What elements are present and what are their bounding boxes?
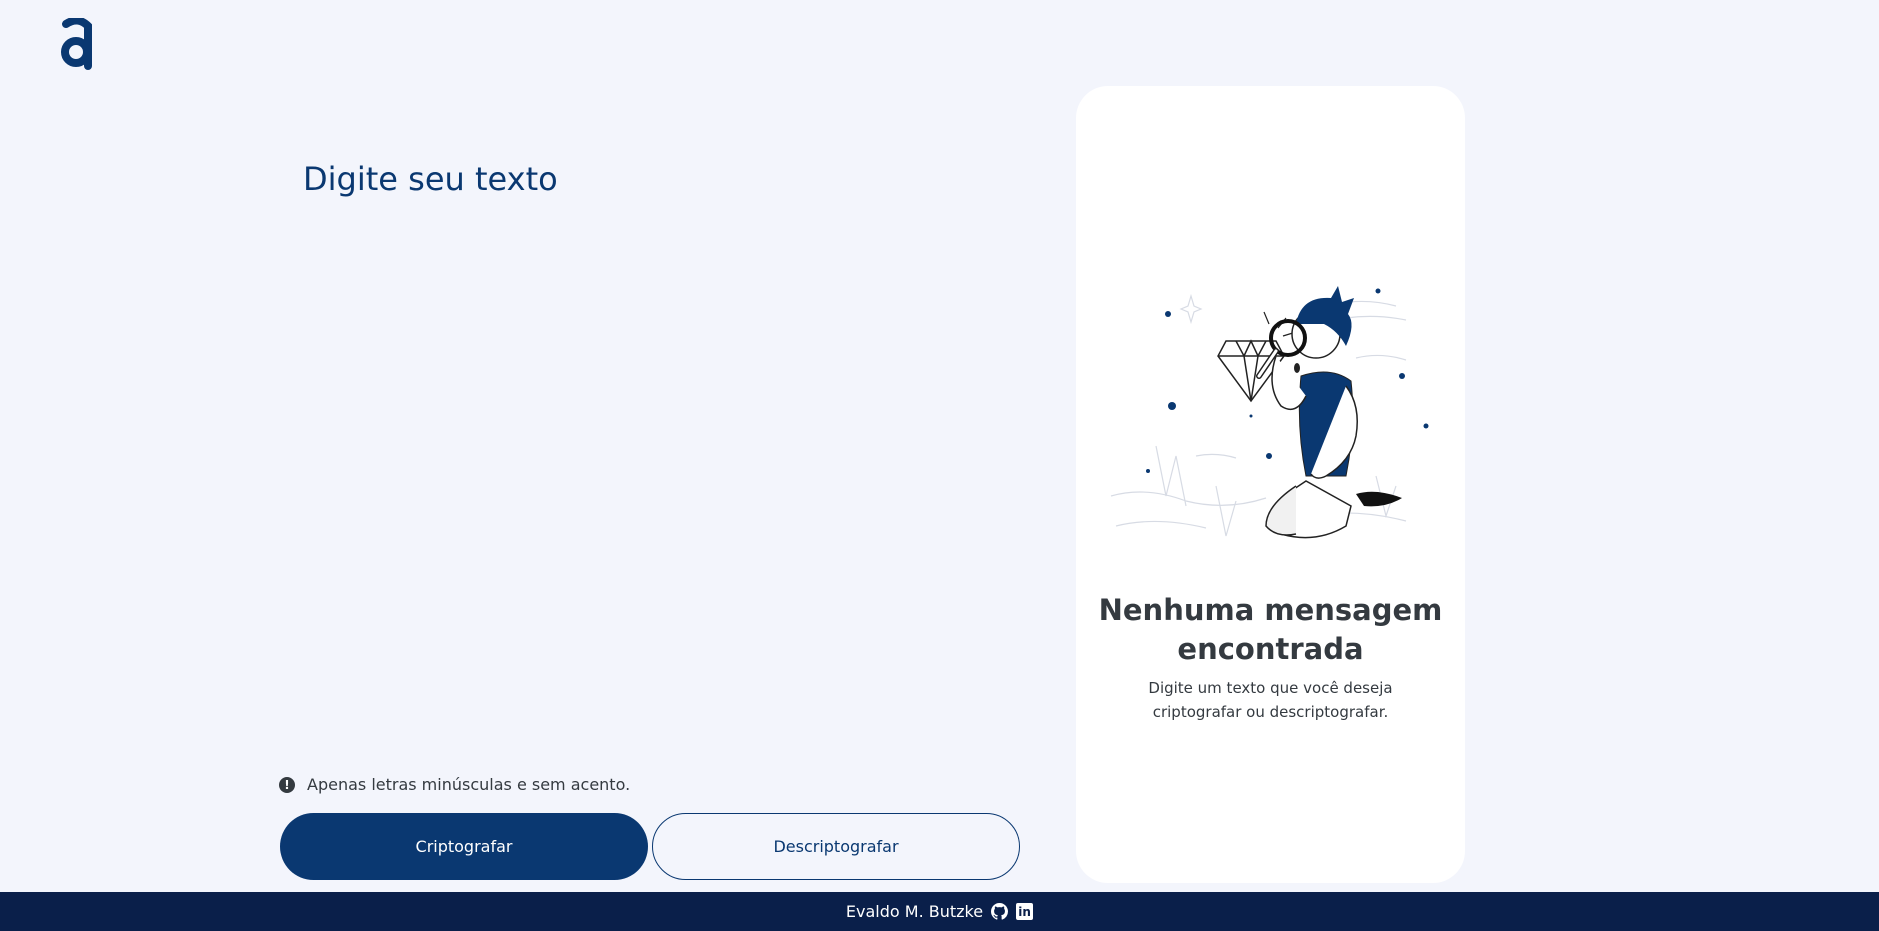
alura-logo-icon xyxy=(61,16,92,70)
footer-author: Evaldo M. Butzke xyxy=(845,902,984,921)
footer: Evaldo M. Butzke in xyxy=(0,892,1879,931)
input-hint: ! Apenas letras minúsculas e sem acento. xyxy=(279,775,630,794)
encrypt-button[interactable]: Criptografar xyxy=(280,813,648,880)
text-input[interactable] xyxy=(303,160,983,740)
output-description: Digite um texto que você deseja criptogr… xyxy=(1148,679,1393,721)
hint-text: Apenas letras minúsculas e sem acento. xyxy=(307,775,631,794)
github-icon[interactable] xyxy=(991,903,1009,920)
output-panel: Nenhuma mensagem encontrada Digite um te… xyxy=(1076,86,1465,883)
person-with-magnifier-looking-at-diamond-illustration xyxy=(1106,276,1436,546)
linkedin-icon[interactable]: in xyxy=(1016,903,1034,920)
text-input-area xyxy=(303,160,983,740)
decrypt-button[interactable]: Descriptografar xyxy=(652,813,1020,880)
logo xyxy=(60,16,96,70)
output-title: Nenhuma mensagem encontrada xyxy=(1098,593,1443,666)
exclamation-circle-icon: ! xyxy=(279,776,295,793)
